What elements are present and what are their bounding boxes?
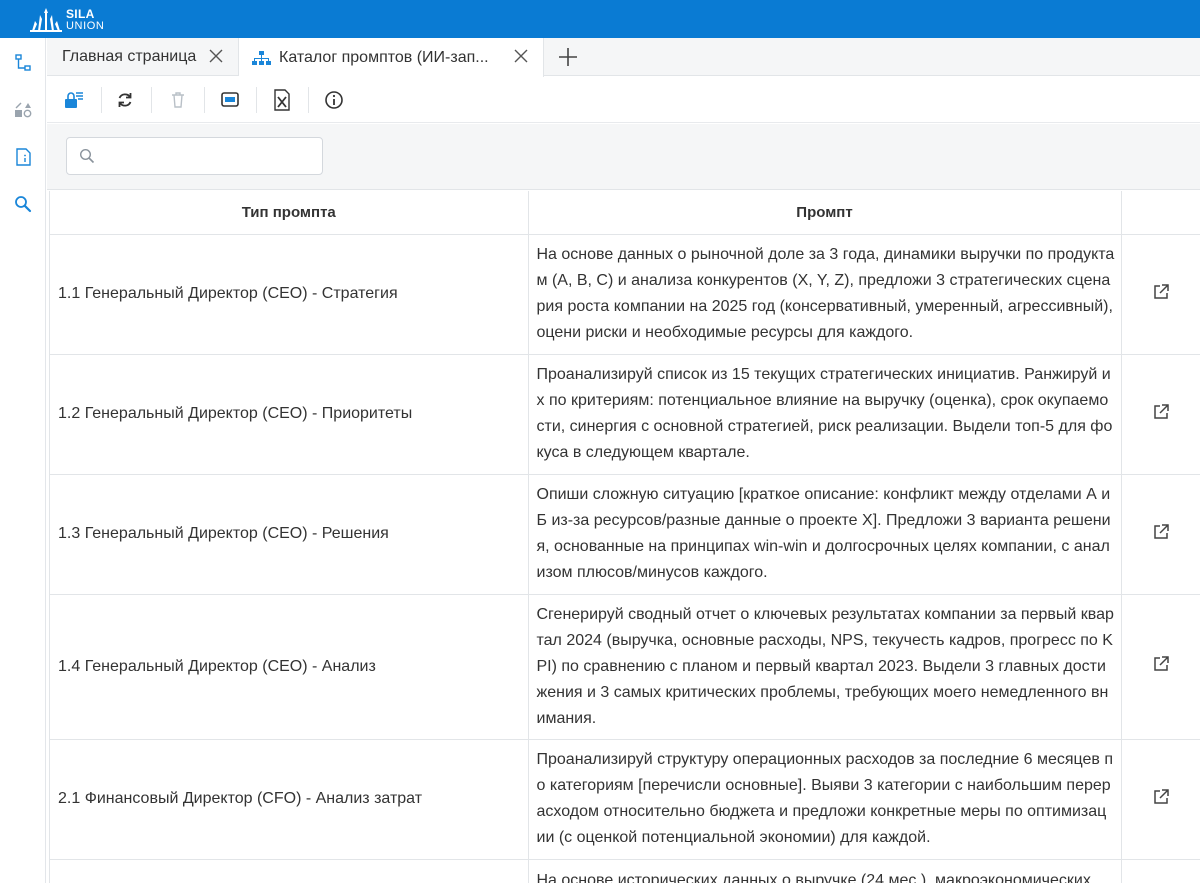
excel-export-button[interactable] bbox=[270, 88, 294, 112]
table-row[interactable]: 2.1 Финансовый Директор (CFO) - Анализ з… bbox=[50, 739, 1200, 860]
cell-prompt-text: На основе исторических данных о выручке … bbox=[528, 859, 1122, 883]
excel-export-icon bbox=[274, 89, 290, 111]
add-record-button[interactable] bbox=[62, 88, 86, 112]
tree-icon bbox=[15, 54, 31, 71]
info-button[interactable] bbox=[322, 88, 346, 112]
left-nav bbox=[0, 38, 46, 883]
prompt-table: Тип промпта Промпт 1.1 Генеральный Дирек… bbox=[49, 191, 1200, 883]
cell-actions bbox=[1121, 739, 1200, 860]
open-external-icon[interactable] bbox=[1152, 283, 1170, 301]
column-header-actions bbox=[1121, 191, 1200, 235]
cell-prompt-type: 2.1 Финансовый Директор (CFO) - Анализ з… bbox=[50, 739, 529, 860]
table-row[interactable]: 1.2 Генеральный Директор (CEO) - Приорит… bbox=[50, 354, 1200, 475]
logo[interactable]: SILA UNION bbox=[30, 6, 120, 34]
close-icon[interactable] bbox=[513, 48, 529, 64]
search-icon bbox=[15, 196, 32, 213]
search-icon bbox=[79, 148, 95, 164]
cell-prompt-type: 1.3 Генеральный Директор (CEO) - Решения bbox=[50, 474, 529, 595]
info-icon bbox=[325, 91, 343, 109]
cell-actions bbox=[1121, 354, 1200, 475]
open-external-icon[interactable] bbox=[1152, 403, 1170, 421]
logo-title: SILA bbox=[66, 7, 95, 21]
logo-subtitle: UNION bbox=[66, 20, 105, 32]
tab-label: Каталог промптов (ИИ-зап... bbox=[279, 48, 489, 66]
cell-actions bbox=[1121, 234, 1200, 355]
table-row[interactable]: На основе исторических данных о выручке … bbox=[50, 859, 1200, 883]
view-icon bbox=[221, 92, 239, 107]
nav-document-button[interactable] bbox=[11, 145, 35, 169]
cell-prompt-text: На основе данных о рыночной доле за 3 го… bbox=[528, 234, 1122, 355]
tab-bar: Главная страница Каталог промптов (ИИ-за… bbox=[47, 38, 1200, 77]
cell-actions bbox=[1121, 594, 1200, 740]
hierarchy-icon bbox=[252, 50, 271, 65]
table-row[interactable]: 1.1 Генеральный Директор (CEO) - Стратег… bbox=[50, 234, 1200, 355]
cell-prompt-type bbox=[50, 859, 529, 883]
delete-button[interactable] bbox=[166, 88, 190, 112]
cell-actions bbox=[1121, 474, 1200, 595]
close-icon[interactable] bbox=[208, 48, 224, 64]
cell-prompt-type: 1.2 Генеральный Директор (CEO) - Приорит… bbox=[50, 354, 529, 475]
table-row[interactable]: 1.4 Генеральный Директор (CEO) - Анализ С… bbox=[50, 594, 1200, 740]
nav-search-button[interactable] bbox=[11, 192, 35, 216]
table-header-row: Тип промпта Промпт bbox=[50, 191, 1200, 235]
document-icon bbox=[16, 148, 31, 166]
logo-mark-icon bbox=[30, 8, 62, 32]
cell-actions bbox=[1121, 859, 1200, 883]
table-row[interactable]: 1.3 Генеральный Директор (CEO) - Решения… bbox=[50, 474, 1200, 595]
search-box[interactable] bbox=[66, 137, 323, 175]
tab-prompt-catalog[interactable]: Каталог промптов (ИИ-зап... bbox=[239, 38, 544, 77]
delete-icon bbox=[172, 92, 184, 108]
nav-tree-button[interactable] bbox=[11, 51, 35, 75]
cell-prompt-type: 1.4 Генеральный Директор (CEO) - Анализ bbox=[50, 594, 529, 740]
app-header: SILA UNION bbox=[0, 0, 1200, 38]
cell-prompt-type: 1.1 Генеральный Директор (CEO) - Стратег… bbox=[50, 234, 529, 355]
search-input[interactable] bbox=[103, 138, 318, 174]
tab-home[interactable]: Главная страница bbox=[47, 38, 239, 76]
cell-prompt-text: Проанализируй структуру операционных рас… bbox=[528, 739, 1122, 860]
refresh-icon bbox=[118, 93, 132, 107]
refresh-button[interactable] bbox=[113, 88, 137, 112]
column-header-type[interactable]: Тип промпта bbox=[50, 191, 529, 235]
filter-bar bbox=[47, 124, 1200, 190]
cell-prompt-text: Проанализируй список из 15 текущих страт… bbox=[528, 354, 1122, 475]
nav-shapes-button[interactable] bbox=[11, 98, 35, 122]
open-external-icon[interactable] bbox=[1152, 523, 1170, 541]
shapes-icon bbox=[15, 102, 32, 118]
open-external-icon[interactable] bbox=[1152, 788, 1170, 806]
add-tab-icon[interactable] bbox=[557, 46, 579, 68]
tab-label: Главная страница bbox=[62, 48, 197, 65]
toolbar bbox=[47, 77, 1200, 123]
cell-prompt-text: Опиши сложную ситуацию [краткое описание… bbox=[528, 474, 1122, 595]
open-external-icon[interactable] bbox=[1152, 655, 1170, 673]
add-record-icon bbox=[65, 92, 83, 108]
column-header-prompt[interactable]: Промпт bbox=[528, 191, 1122, 235]
view-button[interactable] bbox=[218, 88, 242, 112]
cell-prompt-text: Сгенерируй сводный отчет о ключевых резу… bbox=[528, 594, 1122, 740]
